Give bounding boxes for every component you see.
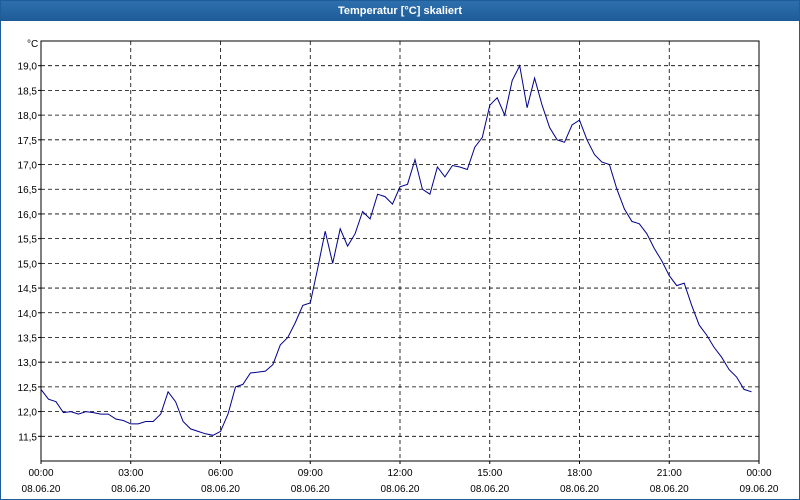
- x-tick-date-label: 08.06.20: [201, 484, 240, 495]
- y-tick-label: 14,0: [18, 309, 38, 320]
- y-tick-label: 16,0: [18, 210, 38, 221]
- x-tick-time-label: 18:00: [567, 468, 592, 479]
- y-tick-label: 17,0: [18, 161, 38, 172]
- x-tick-time-label: 12:00: [387, 468, 412, 479]
- x-tick-date-label: 08.06.20: [22, 484, 61, 495]
- x-tick-date-label: 08.06.20: [291, 484, 330, 495]
- y-tick-label: 17,5: [18, 136, 38, 147]
- x-tick-date-label: 08.06.20: [381, 484, 420, 495]
- chart-window: Temperatur [°C] skaliert °C 11,5 12,0 12,5…: [0, 0, 800, 500]
- x-tick-labels: 00:00 08.06.20 03:00 08.06.20 06:00 08.06.20 0…: [22, 468, 779, 495]
- x-tick-date-label: 08.06.20: [560, 484, 599, 495]
- x-tick-date-label: 08.06.20: [650, 484, 689, 495]
- x-tick-time-label: 00:00: [746, 468, 771, 479]
- x-tick-time-label: 00:00: [28, 468, 53, 479]
- x-tick-time-label: 15:00: [477, 468, 502, 479]
- temperature-chart: °C 11,512,012,513,013,514,014,515,015,51…: [18, 39, 779, 495]
- y-tick-label: 13,0: [18, 358, 38, 369]
- window-title: Temperatur [°C] skaliert: [1, 1, 799, 21]
- x-tick-date-label: 08.06.20: [111, 484, 150, 495]
- y-axis-unit: °C: [27, 39, 38, 50]
- y-tick-label: 12,0: [18, 408, 38, 419]
- x-tick-time-label: 03:00: [118, 468, 143, 479]
- y-tick-label: 18,0: [18, 111, 38, 122]
- x-tick-time-label: 09:00: [298, 468, 323, 479]
- y-tick-label: 11,5: [18, 432, 37, 443]
- y-tick-label: 13,5: [18, 333, 38, 344]
- x-tick-time-label: 06:00: [208, 468, 233, 479]
- y-tick-label: 15,0: [18, 259, 38, 270]
- y-tick-label: 15,5: [18, 235, 38, 246]
- x-tick-date-label: 08.06.20: [470, 484, 509, 495]
- y-tick-label: 18,5: [18, 86, 38, 97]
- x-tick-date-label: 09.06.20: [740, 484, 779, 495]
- y-tick-label: 14,5: [18, 284, 38, 295]
- y-tick-label: 12,5: [18, 383, 38, 394]
- y-tick-labels: 11,5 12,0 12,5 13,0 13,5 14,0 14,5 15,0 15,5 16,0…: [18, 62, 38, 444]
- y-tick-label: 16,5: [18, 185, 38, 196]
- x-tick-time-label: 21:00: [657, 468, 682, 479]
- y-tick-label: 19,0: [18, 62, 38, 73]
